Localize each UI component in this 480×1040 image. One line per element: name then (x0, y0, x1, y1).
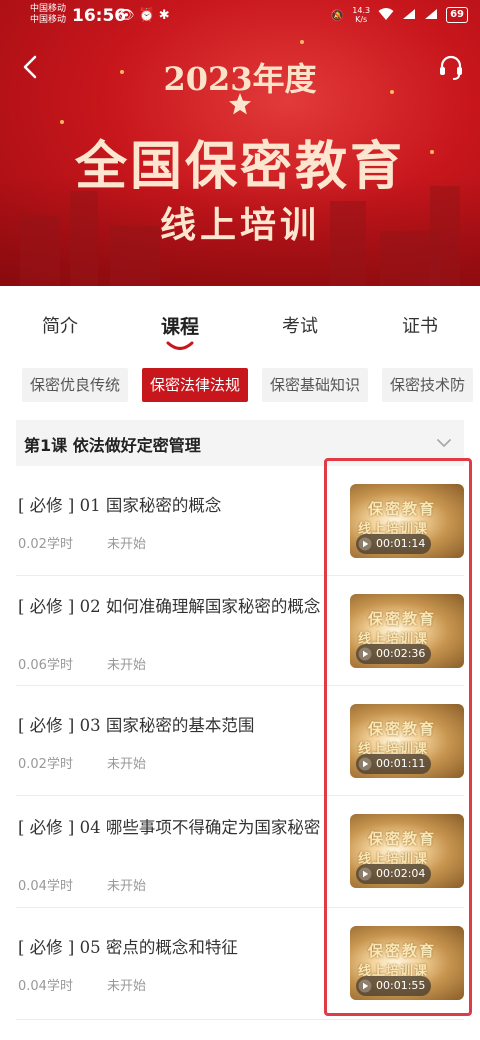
course-title: [ 必修 ] 02 如何准确理解国家秘密的概念 (18, 597, 321, 616)
status-bar: 中国移动 中国移动 16:56 👁⏰✱ 🔕 14.3 K/s 69 (0, 0, 480, 34)
course-meta: 0.02学时 未开始 (18, 753, 146, 772)
carrier-labels: 中国移动 中国移动 (30, 4, 66, 26)
category-chips: 保密优良传统 保密法律法规 保密基础知识 保密技术防 (0, 368, 480, 404)
course-status: 未开始 (106, 879, 146, 894)
course-hours: 0.06学时 (18, 658, 73, 673)
carrier-2: 中国移动 (30, 15, 67, 25)
bluetooth-icon: ✱ (158, 8, 174, 23)
course-title: [ 必修 ] 04 哪些事项不得确定为国家秘密 (18, 818, 321, 837)
course-status: 未开始 (106, 757, 146, 772)
notification-icons: 👁⏰✱ (118, 8, 174, 23)
banner-subtitle: 线上培训 (159, 204, 320, 246)
net-speed-unit: K/s (355, 15, 368, 24)
course-status: 未开始 (106, 979, 146, 994)
course-meta: 0.02学时 未开始 (18, 533, 146, 552)
chip-law[interactable]: 保密法律法规 (142, 368, 249, 402)
lesson-title: 第1课 依法做好定密管理 (24, 436, 201, 455)
tab-intro[interactable]: 简介 (20, 312, 100, 338)
status-right: 🔕 14.3 K/s 69 (331, 6, 468, 24)
course-title: [ 必修 ] 05 密点的概念和特征 (18, 938, 238, 957)
mute-icon: 🔕 (330, 8, 345, 22)
course-banner: 中国移动 中国移动 16:56 👁⏰✱ 🔕 14.3 K/s 69 2023年度… (0, 0, 480, 286)
divider (16, 1019, 464, 1020)
battery-icon: 69 (446, 7, 468, 23)
course-status: 未开始 (106, 658, 146, 673)
course-title: [ 必修 ] 03 国家秘密的基本范围 (18, 716, 255, 735)
course-hours: 0.02学时 (18, 757, 73, 772)
signal-icon-1 (402, 8, 416, 23)
course-status: 未开始 (106, 537, 146, 552)
star-icon (229, 93, 251, 115)
course-title: [ 必修 ] 01 国家秘密的概念 (18, 496, 222, 515)
eye-icon: 👁 (118, 8, 139, 23)
chevron-down-icon (437, 439, 451, 447)
active-tab-indicator (166, 341, 194, 350)
net-speed-value: 14.3 (352, 6, 371, 15)
alarm-icon: ⏰ (138, 8, 159, 23)
carrier-1: 中国移动 (30, 4, 67, 14)
tab-certificate[interactable]: 证书 (380, 312, 460, 338)
signal-icon-2 (424, 8, 438, 23)
course-meta: 0.04学时 未开始 (18, 875, 146, 894)
chip-basics[interactable]: 保密基础知识 (262, 368, 369, 402)
course-hours: 0.04学时 (18, 879, 73, 894)
course-hours: 0.02学时 (18, 537, 73, 552)
main-tabs: 简介 课程 考试 证书 (0, 300, 480, 350)
chip-technology[interactable]: 保密技术防 (382, 368, 474, 402)
tab-courses[interactable]: 课程 (140, 312, 220, 339)
course-meta: 0.04学时 未开始 (18, 975, 146, 994)
wifi-icon (378, 7, 394, 24)
tab-exam[interactable]: 考试 (260, 312, 340, 338)
net-speed: 14.3 K/s (352, 6, 370, 24)
banner-title: 全国保密教育 (74, 136, 405, 197)
chip-tradition[interactable]: 保密优良传统 (22, 368, 129, 402)
course-hours: 0.04学时 (18, 979, 73, 994)
course-meta: 0.06学时 未开始 (18, 654, 146, 673)
highlight-box (324, 458, 472, 1016)
